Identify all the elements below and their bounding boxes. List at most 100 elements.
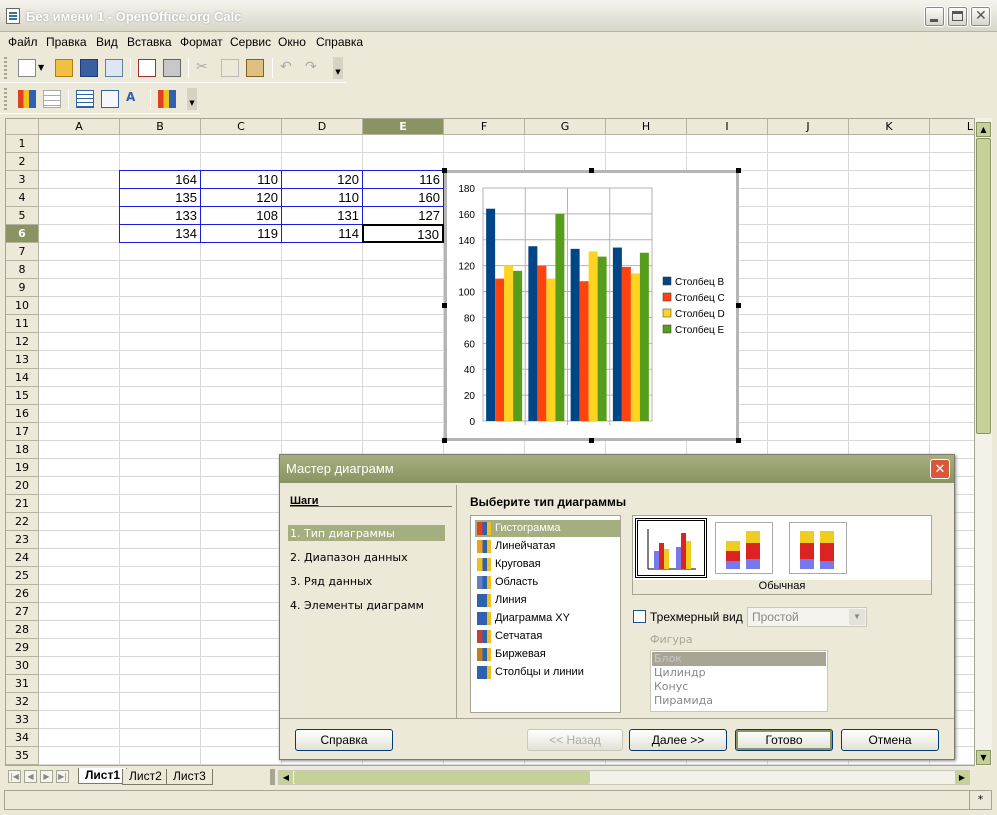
finish-button[interactable]: Готово <box>735 729 833 751</box>
menu-format[interactable]: Формат <box>180 35 223 49</box>
cell-E6[interactable]: 130 <box>362 224 444 243</box>
row-header[interactable]: 25 <box>6 567 39 585</box>
scroll-down-icon[interactable]: ▼ <box>976 750 991 765</box>
sheet-tab-3[interactable]: Лист3 <box>166 769 213 785</box>
cell-E4[interactable]: 160 <box>362 188 444 207</box>
resize-handle[interactable] <box>442 168 447 173</box>
column-header[interactable]: I <box>687 119 768 135</box>
tab-splitter[interactable] <box>270 769 275 785</box>
menu-view[interactable]: Вид <box>96 35 118 49</box>
cell-B6[interactable]: 134 <box>119 224 201 243</box>
row-header[interactable]: 34 <box>6 729 39 747</box>
next-button[interactable]: Далее >> <box>629 729 727 751</box>
column-header[interactable]: D <box>282 119 363 135</box>
step-2[interactable]: 2. Диапазон данных <box>290 551 408 564</box>
toolbar-more-icon[interactable]: ▼ <box>187 88 197 110</box>
row-header[interactable]: 35 <box>6 747 39 765</box>
menu-help[interactable]: Справка <box>316 35 363 49</box>
select-all-corner[interactable] <box>6 119 39 135</box>
row-header[interactable]: 3 <box>6 171 39 189</box>
row-header[interactable]: 33 <box>6 711 39 729</box>
step-3[interactable]: 3. Ряд данных <box>290 575 372 588</box>
cell-D3[interactable]: 120 <box>281 170 363 189</box>
auto-layout-icon[interactable] <box>158 90 176 108</box>
scroll-left-icon[interactable]: ◀ <box>279 771 293 784</box>
cell-B5[interactable]: 133 <box>119 206 201 225</box>
new-icon[interactable] <box>18 59 36 77</box>
column-header[interactable]: A <box>39 119 120 135</box>
dialog-close-icon[interactable]: ✕ <box>930 459 950 479</box>
cell-B4[interactable]: 135 <box>119 188 201 207</box>
sheet-tab-1[interactable]: Лист1 <box>78 768 128 784</box>
row-header[interactable]: 16 <box>6 405 39 423</box>
variant-normal[interactable] <box>635 518 707 578</box>
row-header[interactable]: 12 <box>6 333 39 351</box>
row-header[interactable]: 17 <box>6 423 39 441</box>
menu-file[interactable]: Файл <box>8 35 38 49</box>
email-icon[interactable] <box>105 59 123 77</box>
horizontal-scrollbar[interactable]: ◀ ▶ <box>278 770 970 785</box>
row-header[interactable]: 23 <box>6 531 39 549</box>
help-button[interactable]: Справка <box>295 729 393 751</box>
menu-insert[interactable]: Вставка <box>127 35 172 49</box>
cell-E3[interactable]: 116 <box>362 170 444 189</box>
row-header[interactable]: 24 <box>6 549 39 567</box>
legend-icon[interactable] <box>101 90 119 108</box>
horizontal-grid-icon[interactable] <box>76 90 94 108</box>
scroll-right-icon[interactable]: ▶ <box>955 771 969 784</box>
chart-type-item[interactable]: Линейчатая <box>475 538 620 555</box>
column-header[interactable]: L <box>930 119 974 135</box>
cell-C6[interactable]: 119 <box>200 224 282 243</box>
row-header[interactable]: 26 <box>6 585 39 603</box>
chart-type-list[interactable]: Гистограмма Линейчатая Круговая Область Лини… <box>470 515 621 713</box>
column-header[interactable]: K <box>849 119 930 135</box>
column-header[interactable]: E <box>363 119 444 135</box>
redo-icon[interactable]: ↷ <box>305 59 323 77</box>
column-header[interactable]: F <box>444 119 525 135</box>
pdf-icon[interactable] <box>138 59 156 77</box>
toolbar-grip[interactable] <box>4 57 7 79</box>
row-header[interactable]: 14 <box>6 369 39 387</box>
next-sheet-icon[interactable]: ▶ <box>40 770 53 783</box>
toolbar-grip[interactable] <box>4 88 7 110</box>
cell-B3[interactable]: 164 <box>119 170 201 189</box>
chart-type-item[interactable]: Столбцы и линии <box>475 664 620 681</box>
scroll-up-icon[interactable]: ▲ <box>976 122 991 137</box>
row-header[interactable]: 20 <box>6 477 39 495</box>
column-header[interactable]: J <box>768 119 849 135</box>
last-sheet-icon[interactable]: ▶| <box>56 770 69 783</box>
cell-C3[interactable]: 110 <box>200 170 282 189</box>
row-header[interactable]: 31 <box>6 675 39 693</box>
row-header[interactable]: 6 <box>6 225 39 243</box>
sheet-tab-2[interactable]: Лист2 <box>122 769 169 785</box>
cell-D6[interactable]: 114 <box>281 224 363 243</box>
embedded-chart[interactable]: 0 20 40 60 80 100 120 140 160 180 Столбец B Столбец… <box>444 170 739 441</box>
hscroll-thumb[interactable] <box>294 771 590 784</box>
chart-type-item[interactable]: Область <box>475 574 620 591</box>
paste-icon[interactable] <box>246 59 264 77</box>
cancel-button[interactable]: Отмена <box>841 729 939 751</box>
copy-icon[interactable] <box>221 59 239 77</box>
menu-edit[interactable]: Правка <box>46 35 87 49</box>
menu-window[interactable]: Окно <box>278 35 306 49</box>
row-header[interactable]: 1 <box>6 135 39 153</box>
resize-handle[interactable] <box>589 168 594 173</box>
resize-handle[interactable] <box>736 168 741 173</box>
chart-type-icon[interactable] <box>18 90 36 108</box>
prev-sheet-icon[interactable]: ◀ <box>24 770 37 783</box>
scale-text-icon[interactable]: A <box>126 90 144 108</box>
resize-handle[interactable] <box>736 438 741 443</box>
menu-tools[interactable]: Сервис <box>230 35 271 49</box>
resize-handle[interactable] <box>442 438 447 443</box>
row-header[interactable]: 8 <box>6 261 39 279</box>
row-header[interactable]: 7 <box>6 243 39 261</box>
chart-type-item[interactable]: Диаграмма XY <box>475 610 620 627</box>
chart-type-item[interactable]: Круговая <box>475 556 620 573</box>
undo-icon[interactable]: ↶ <box>280 59 298 77</box>
data-table-icon[interactable] <box>43 90 61 108</box>
row-header[interactable]: 4 <box>6 189 39 207</box>
row-header[interactable]: 32 <box>6 693 39 711</box>
close-button[interactable]: ✕ <box>970 6 991 27</box>
row-header[interactable]: 22 <box>6 513 39 531</box>
chart-type-item[interactable]: Биржевая <box>475 646 620 663</box>
